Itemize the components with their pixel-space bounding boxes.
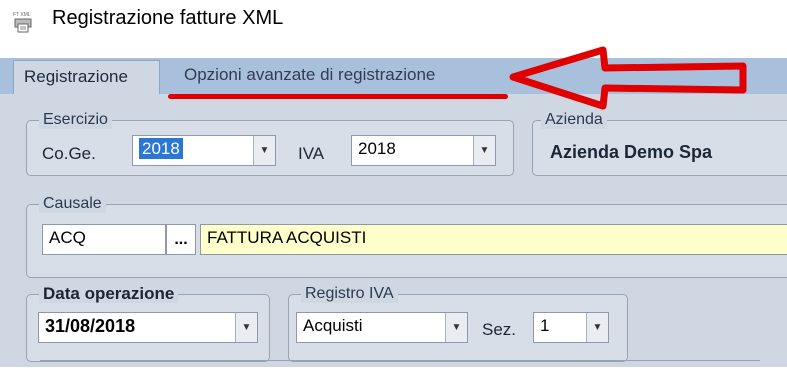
data-operazione-legend: Data operazione bbox=[39, 285, 179, 303]
tab-registrazione[interactable]: Registrazione bbox=[13, 60, 160, 94]
data-operazione-value: 31/08/2018 bbox=[45, 316, 136, 336]
coge-year-value: 2018 bbox=[139, 138, 183, 159]
causale-description-field[interactable]: FATTURA ACQUISTI bbox=[200, 224, 787, 255]
registro-iva-legend: Registro IVA bbox=[301, 285, 398, 303]
printer-xml-icon: FT XML bbox=[13, 12, 32, 33]
chevron-down-icon[interactable]: ▼ bbox=[586, 313, 608, 342]
azienda-name: Azienda Demo Spa bbox=[550, 142, 713, 162]
azienda-legend: Azienda bbox=[541, 111, 607, 129]
causale-code-input[interactable]: ACQ bbox=[42, 224, 166, 255]
sez-label: Sez. bbox=[482, 320, 517, 339]
causale-lookup-button[interactable]: ... bbox=[166, 224, 196, 255]
registro-iva-select[interactable]: Acquisti ▼ bbox=[296, 312, 468, 343]
iva-year-value: 2018 bbox=[358, 139, 396, 158]
chevron-down-icon[interactable]: ▼ bbox=[235, 313, 257, 342]
window-title: Registrazione fatture XML bbox=[52, 7, 284, 29]
annotation-underline bbox=[168, 94, 508, 99]
sezione-value: 1 bbox=[540, 316, 550, 335]
iva-year-select[interactable]: 2018 ▼ bbox=[351, 135, 496, 166]
sezione-select[interactable]: 1 ▼ bbox=[533, 312, 609, 343]
tab-opzioni-avanzate[interactable]: Opzioni avanzate di registrazione bbox=[184, 65, 435, 85]
esercizio-legend: Esercizio bbox=[39, 111, 112, 129]
registrazione-panel: Esercizio Co.Ge. 2018 ▼ IVA 2018 ▼ Azien… bbox=[0, 94, 787, 367]
title-bar: FT XML Registrazione fatture XML bbox=[0, 0, 787, 48]
svg-text:FT XML: FT XML bbox=[13, 12, 31, 18]
chevron-down-icon[interactable]: ▼ bbox=[473, 136, 495, 165]
chevron-down-icon[interactable]: ▼ bbox=[445, 313, 467, 342]
registro-iva-value: Acquisti bbox=[303, 316, 363, 335]
coge-year-select[interactable]: 2018 ▼ bbox=[132, 135, 276, 166]
iva-label: IVA bbox=[298, 144, 325, 163]
causale-legend: Causale bbox=[39, 195, 106, 213]
red-arrow-left-icon bbox=[509, 46, 747, 110]
coge-label: Co.Ge. bbox=[42, 144, 96, 163]
data-operazione-field[interactable]: 31/08/2018 ▼ bbox=[38, 312, 258, 343]
chevron-down-icon[interactable]: ▼ bbox=[253, 136, 275, 165]
